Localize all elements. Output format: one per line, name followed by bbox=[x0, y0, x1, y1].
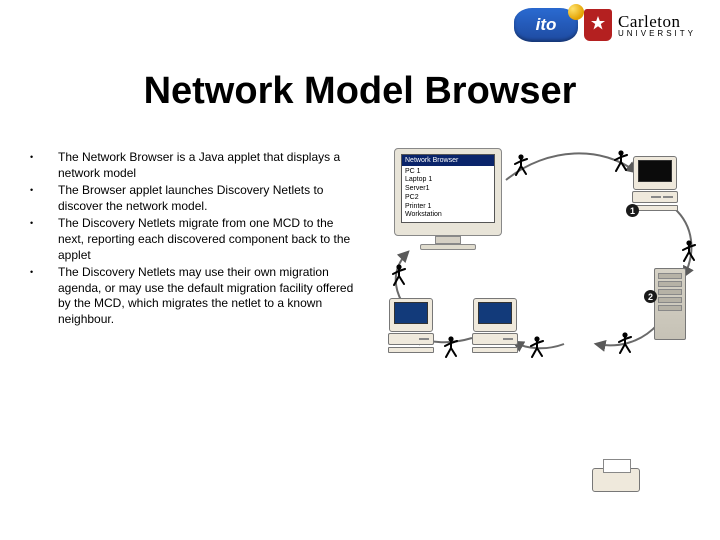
monitor-foot-icon bbox=[420, 244, 476, 250]
browser-workstation: Network Browser PC 1 Laptop 1 Server1 PC… bbox=[394, 148, 502, 250]
carleton-sub: UNIVERSITY bbox=[618, 30, 696, 38]
browser-window-title: Network Browser bbox=[405, 157, 458, 164]
monitor-icon: Network Browser PC 1 Laptop 1 Server1 PC… bbox=[394, 148, 502, 236]
netlet-figure-icon bbox=[612, 150, 630, 172]
browser-window-titlebar: Network Browser bbox=[402, 155, 494, 166]
bullet-text: The Network Browser is a Java applet tha… bbox=[58, 150, 360, 181]
monitor-icon bbox=[633, 156, 677, 190]
bullet-list-area: •The Network Browser is a Java applet th… bbox=[30, 150, 360, 330]
carleton-crest-icon bbox=[584, 9, 612, 41]
list-item: •The Network Browser is a Java applet th… bbox=[30, 150, 360, 181]
cpu-base-icon bbox=[472, 333, 518, 345]
list-item: Laptop 1 bbox=[405, 176, 491, 185]
list-item: •The Discovery Netlets migrate from one … bbox=[30, 216, 360, 263]
browser-device-list: PC 1 Laptop 1 Server1 PC2 Printer 1 Work… bbox=[402, 166, 494, 223]
bullet-icon: • bbox=[30, 265, 58, 327]
carleton-name: Carleton bbox=[618, 13, 696, 30]
cpu-base-icon bbox=[632, 191, 678, 203]
list-item: PC2 bbox=[405, 194, 491, 203]
netlet-figure-icon bbox=[680, 240, 698, 262]
list-item: •The Browser applet launches Discovery N… bbox=[30, 183, 360, 214]
netlet-figure-icon bbox=[442, 336, 460, 358]
list-item: PC 1 bbox=[405, 168, 491, 177]
bullet-text: The Browser applet launches Discovery Ne… bbox=[58, 183, 360, 214]
bullet-text: The Discovery Netlets may use their own … bbox=[58, 265, 360, 327]
keyboard-icon bbox=[388, 347, 434, 353]
pc-node bbox=[632, 156, 678, 211]
list-item: Server1 bbox=[405, 185, 491, 194]
server-node bbox=[654, 268, 686, 340]
keyboard-icon bbox=[472, 347, 518, 353]
netlet-figure-icon bbox=[512, 154, 530, 176]
carleton-wordmark: Carleton UNIVERSITY bbox=[618, 13, 696, 38]
list-item: •The Discovery Netlets may use their own… bbox=[30, 265, 360, 327]
step-badge: 1 bbox=[626, 204, 639, 217]
bullet-icon: • bbox=[30, 183, 58, 214]
pc-node bbox=[472, 298, 518, 353]
pc-node bbox=[388, 298, 434, 353]
list-item: Printer 1 bbox=[405, 203, 491, 212]
netlet-figure-icon bbox=[616, 332, 634, 354]
network-diagram: Network Browser PC 1 Laptop 1 Server1 PC… bbox=[388, 148, 698, 368]
bullet-list: •The Network Browser is a Java applet th… bbox=[30, 150, 360, 328]
ito-logo: ito bbox=[514, 8, 578, 42]
slide-title: Network Model Browser bbox=[0, 70, 720, 113]
printer-node bbox=[562, 318, 610, 342]
cpu-base-icon bbox=[388, 333, 434, 345]
monitor-icon bbox=[389, 298, 433, 332]
monitor-icon bbox=[473, 298, 517, 332]
monitor-stand-icon bbox=[435, 236, 461, 244]
bullet-icon: • bbox=[30, 216, 58, 263]
bullet-icon: • bbox=[30, 150, 58, 181]
bullet-text: The Discovery Netlets migrate from one M… bbox=[58, 216, 360, 263]
step-badge: 2 bbox=[644, 290, 657, 303]
printer-icon bbox=[592, 468, 640, 492]
netlet-figure-icon bbox=[390, 264, 408, 286]
netlet-figure-icon bbox=[528, 336, 546, 358]
list-item: Workstation bbox=[405, 211, 491, 220]
ito-logo-text: ito bbox=[536, 15, 557, 35]
header-logos: ito Carleton UNIVERSITY bbox=[514, 8, 696, 42]
